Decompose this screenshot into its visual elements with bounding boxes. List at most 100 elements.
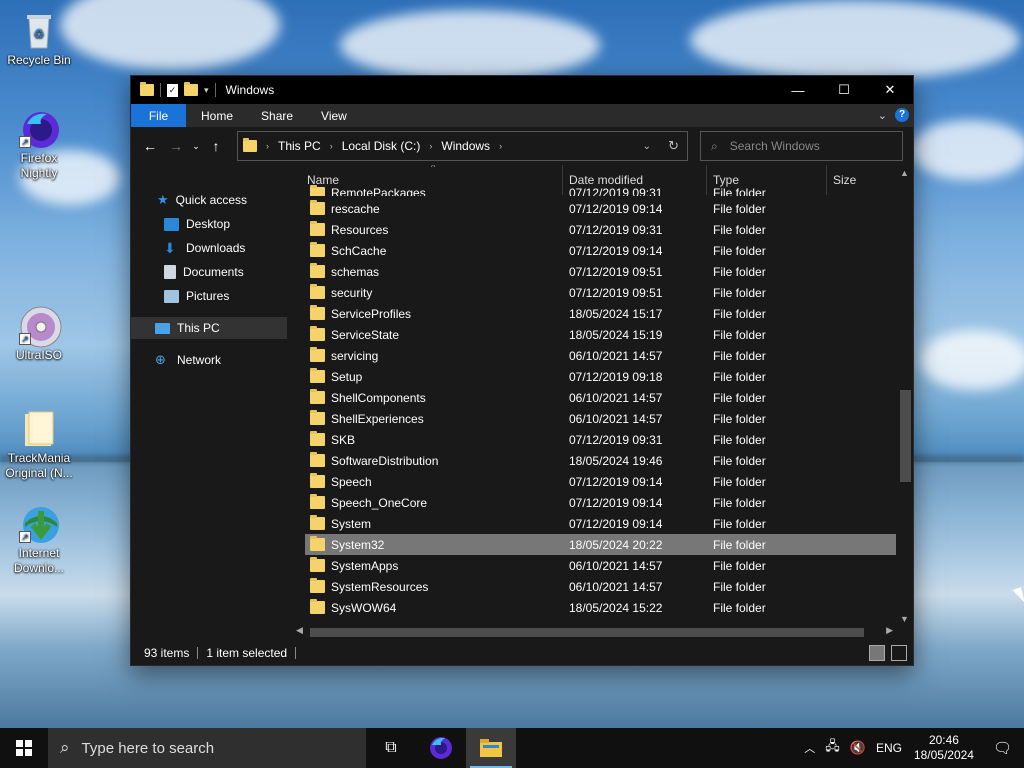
table-row[interactable]: ServiceState 18/05/2024 15:19 File folder xyxy=(305,324,898,345)
clock[interactable]: 20:46 18/05/2024 xyxy=(907,733,981,763)
table-row[interactable]: servicing 06/10/2021 14:57 File folder xyxy=(305,345,898,366)
search-input[interactable]: Search Windows xyxy=(730,139,820,153)
chevron-right-icon[interactable]: › xyxy=(330,141,333,151)
maximize-button[interactable]: ☐ xyxy=(821,76,867,104)
task-view-button[interactable]: ⧉ xyxy=(366,728,416,768)
customize-toolbar-icon[interactable]: ▾ xyxy=(204,85,209,96)
svg-text:♻: ♻ xyxy=(34,27,45,41)
tab-view[interactable]: View xyxy=(307,104,361,127)
table-row[interactable]: Speech_OneCore 07/12/2019 09:14 File folde… xyxy=(305,492,898,513)
internet-download-manager-icon: ↗ xyxy=(19,503,59,543)
desktop-icon-trackmania[interactable]: TrackMania Original (N... xyxy=(1,408,77,481)
table-row[interactable]: Speech 07/12/2019 09:14 File folder xyxy=(305,471,898,492)
nav-documents[interactable]: Documents 📌 xyxy=(164,261,314,283)
tab-file[interactable]: File xyxy=(131,104,186,127)
desktop-icon-label: Firefox Nightly xyxy=(20,151,58,180)
scroll-thumb[interactable] xyxy=(310,628,864,637)
file-name: SKB xyxy=(331,432,356,447)
chevron-right-icon[interactable]: › xyxy=(499,141,502,151)
close-button[interactable]: ✕ xyxy=(867,76,913,104)
table-row[interactable]: Resources 07/12/2019 09:31 File folder xyxy=(305,219,898,240)
desktop-icon-label: TrackMania Original (N... xyxy=(5,451,73,480)
show-hidden-icons-icon[interactable]: ︿ xyxy=(799,740,820,756)
scroll-left-icon[interactable]: ◀ xyxy=(296,625,303,636)
language-indicator[interactable]: ENG xyxy=(871,741,907,755)
action-center-icon[interactable]: 🗨 xyxy=(981,739,1024,757)
tab-share[interactable]: Share xyxy=(247,104,307,127)
taskbar-search[interactable]: ⌕ Type here to search xyxy=(48,728,366,768)
nav-label: Documents xyxy=(183,265,244,279)
table-row[interactable]: SKB 07/12/2019 09:31 File folder xyxy=(305,429,898,450)
breadcrumb-local-disk[interactable]: Local Disk (C:) xyxy=(342,139,421,153)
folder-icon xyxy=(310,515,325,530)
table-row[interactable]: SysWOW64 18/05/2024 15:22 File folder xyxy=(305,597,898,618)
tab-home[interactable]: Home xyxy=(186,104,247,127)
volume-muted-icon[interactable]: 🔇 xyxy=(845,740,871,756)
recent-locations-icon[interactable]: ⌄ xyxy=(189,141,203,152)
file-date: 07/12/2019 09:51 xyxy=(569,264,663,279)
table-row[interactable]: ShellComponents 06/10/2021 14:57 File fold… xyxy=(305,387,898,408)
breadcrumb-this-pc[interactable]: This PC xyxy=(278,139,321,153)
large-icons-view-button[interactable] xyxy=(891,645,907,661)
table-row[interactable]: System 07/12/2019 09:14 File folder xyxy=(305,513,898,534)
help-icon[interactable]: ? xyxy=(895,108,909,122)
file-type: File folder xyxy=(713,222,766,237)
desktop-icon-ultraiso[interactable]: ↗ UltraISO xyxy=(1,305,77,363)
expand-ribbon-icon[interactable]: ⌄ xyxy=(878,109,887,122)
taskbar-file-explorer[interactable] xyxy=(466,728,516,768)
taskbar-firefox-nightly[interactable] xyxy=(416,728,466,768)
table-row[interactable]: schemas 07/12/2019 09:51 File folder xyxy=(305,261,898,282)
table-row[interactable]: Setup 07/12/2019 09:18 File folder xyxy=(305,366,898,387)
nav-downloads[interactable]: ⬇ Downloads 📌 xyxy=(164,237,314,259)
breadcrumb-windows[interactable]: Windows xyxy=(441,139,490,153)
scroll-down-icon[interactable]: ▼ xyxy=(896,611,913,627)
search-box[interactable]: ⌕ Search Windows xyxy=(700,131,903,161)
scroll-thumb[interactable] xyxy=(900,390,911,482)
file-explorer-window[interactable]: ✓ ▾ Windows — ☐ ✕ File Home Share View ⌄… xyxy=(130,75,914,666)
nav-pictures[interactable]: Pictures 📌 xyxy=(164,285,314,307)
table-row[interactable]: security 07/12/2019 09:51 File folder xyxy=(305,282,898,303)
up-icon[interactable]: ↑ xyxy=(203,138,229,154)
taskbar-search-input[interactable]: Type here to search xyxy=(82,740,215,757)
vertical-scrollbar[interactable]: ▲ ▼ xyxy=(896,165,913,627)
table-row[interactable]: SystemApps 06/10/2021 14:57 File folder xyxy=(305,555,898,576)
folder-icon xyxy=(310,473,325,488)
desktop-icon-recycle-bin[interactable]: ♻ Recycle Bin xyxy=(1,10,77,68)
table-row[interactable]: System32 18/05/2024 20:22 File folder xyxy=(305,534,898,555)
minimize-button[interactable]: — xyxy=(775,76,821,104)
table-row[interactable]: ServiceProfiles 18/05/2024 15:17 File fold… xyxy=(305,303,898,324)
back-icon[interactable]: ← xyxy=(137,138,163,154)
network-icon[interactable]: 🖧 xyxy=(820,737,845,759)
nav-desktop[interactable]: Desktop 📌 xyxy=(164,213,314,235)
table-row[interactable]: SoftwareDistribution 18/05/2024 19:46 File… xyxy=(305,450,898,471)
table-row[interactable]: SystemResources 06/10/2021 14:57 File fold… xyxy=(305,576,898,597)
horizontal-scrollbar[interactable]: ◀ ▶ xyxy=(293,625,896,637)
nav-this-pc[interactable]: This PC xyxy=(131,317,287,339)
system-tray: ︿ 🖧 🔇 ENG 20:46 18/05/2024 🗨 xyxy=(799,728,1024,768)
new-folder-icon[interactable] xyxy=(184,82,198,96)
address-dropdown-icon[interactable]: ⌄ xyxy=(643,141,651,152)
address-bar[interactable]: › This PC › Local Disk (C:) › Windows › … xyxy=(237,131,688,161)
scroll-up-icon[interactable]: ▲ xyxy=(896,165,913,181)
table-row[interactable]: RemotePackages 07/12/2019 09:31 File fol… xyxy=(305,183,898,196)
nav-network[interactable]: ⊕ Network xyxy=(155,349,221,371)
forward-icon[interactable]: → xyxy=(163,138,189,154)
file-list[interactable]: Name ^ Date modified Type Size RemotePac… xyxy=(293,165,913,637)
properties-icon[interactable]: ✓ xyxy=(167,83,178,97)
scroll-right-icon[interactable]: ▶ xyxy=(886,625,893,636)
details-view-button[interactable] xyxy=(869,645,885,661)
chevron-right-icon[interactable]: › xyxy=(429,141,432,151)
title-bar[interactable]: ✓ ▾ Windows — ☐ ✕ xyxy=(131,76,913,104)
desktop-icon-internet-download-manager[interactable]: ↗ Internet Downlo... xyxy=(1,503,77,576)
table-row[interactable]: rescache 07/12/2019 09:14 File folder xyxy=(305,198,898,219)
chevron-right-icon[interactable]: › xyxy=(266,141,269,151)
table-row[interactable]: ShellExperiences 06/10/2021 14:57 File fol… xyxy=(305,408,898,429)
folder-icon xyxy=(310,389,325,404)
table-row[interactable]: SchCache 07/12/2019 09:14 File folder xyxy=(305,240,898,261)
start-button[interactable] xyxy=(0,728,48,768)
nav-quick-access[interactable]: ★ Quick access xyxy=(157,189,247,211)
desktop-icon-firefox-nightly[interactable]: ↗ Firefox Nightly xyxy=(1,108,77,181)
folder-icon[interactable] xyxy=(140,82,154,96)
file-name: SoftwareDistribution xyxy=(331,453,439,468)
refresh-icon[interactable]: ↻ xyxy=(668,138,679,154)
